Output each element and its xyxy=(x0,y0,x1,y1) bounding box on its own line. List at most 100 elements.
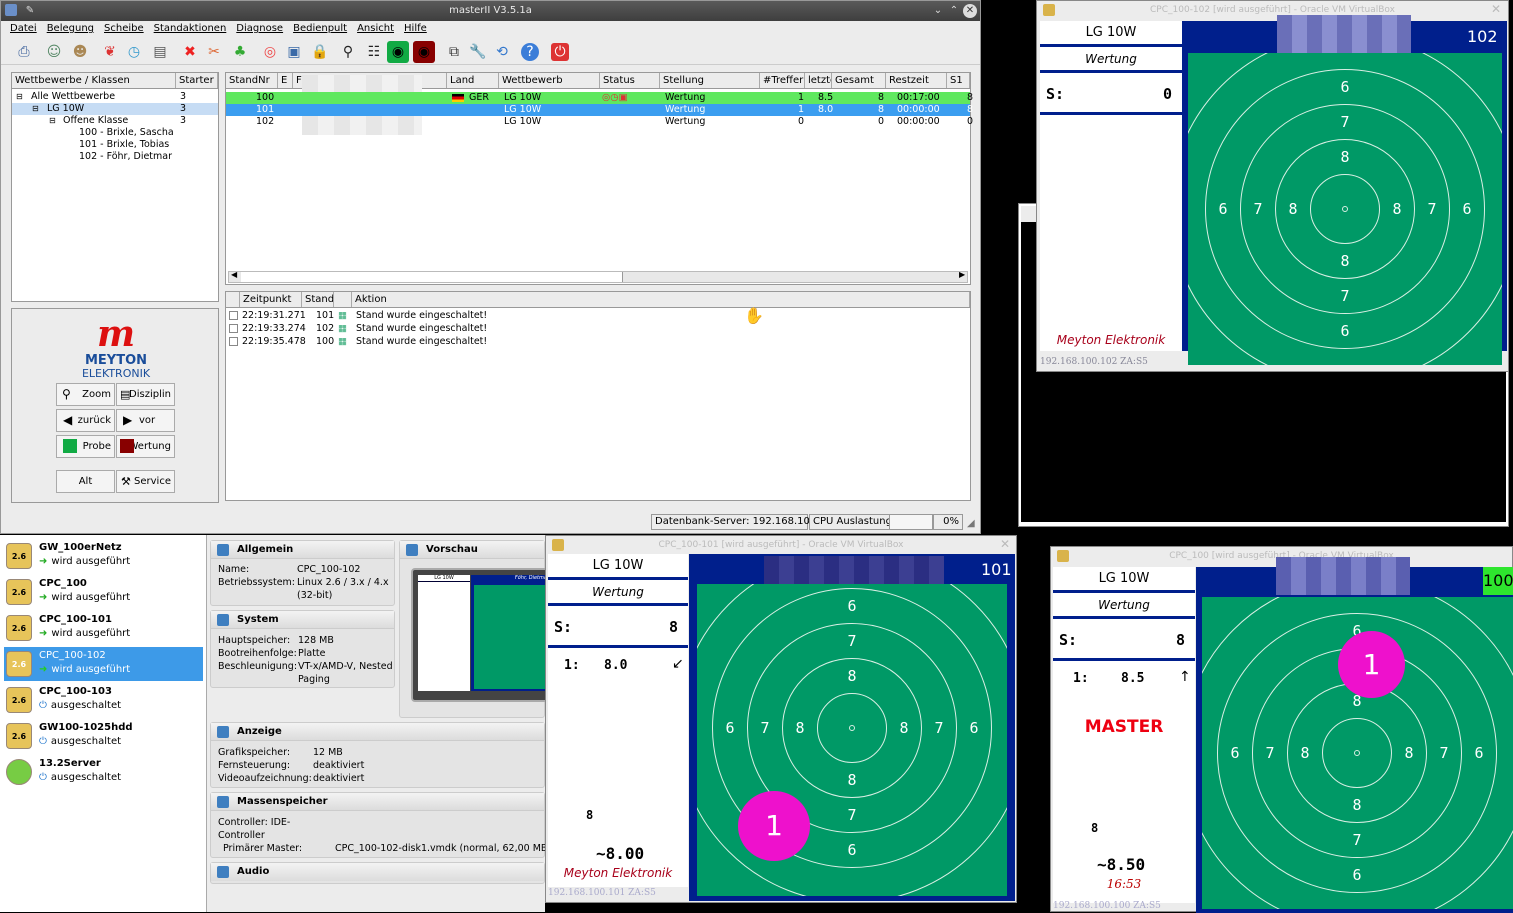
hearts-icon[interactable]: ❦ xyxy=(99,41,121,63)
tree-col-wettbewerbe[interactable]: Wettbewerbe / Klassen xyxy=(12,73,176,88)
service-button[interactable]: ⚒ Service xyxy=(116,470,175,493)
vm-item[interactable]: 2.6 GW_100erNetz ➜ wird ausgeführt xyxy=(4,539,203,573)
menu-diagnose[interactable]: Diagnose xyxy=(231,21,288,37)
vm-item[interactable]: 2.6 CPC_100-101 ➜ wird ausgeführt xyxy=(4,611,203,645)
col-e[interactable]: E xyxy=(278,73,293,88)
control-pane: m MEYTON ELEKTRONIK ⚲ Zoom ▤ Disziplin ◀ zu… xyxy=(11,308,219,503)
green-target-icon[interactable]: ◉ xyxy=(387,41,409,63)
alt-button[interactable]: Alt xyxy=(56,470,115,493)
search-icon[interactable]: ⚲ xyxy=(337,41,359,63)
print-icon[interactable]: ⎙ xyxy=(13,41,35,63)
vm-item-selected[interactable]: 2.6 CPC_100-102 ➜ wird ausgeführt xyxy=(4,647,203,681)
group-icon[interactable]: ♣ xyxy=(229,41,251,63)
maximize-icon[interactable]: ⌃ xyxy=(947,4,961,18)
table-row[interactable]: 100 GER LG 10W ◎◷▣ Wertung 1 8.5 8 00:17… xyxy=(226,92,973,104)
horizontal-scrollbar[interactable]: ◀ ▶ xyxy=(228,270,968,283)
wrench-icon[interactable]: 🔧 xyxy=(467,41,489,63)
menu-standaktionen[interactable]: Standaktionen xyxy=(149,21,232,37)
close-icon[interactable]: ✕ xyxy=(963,4,977,18)
collapse-icon[interactable]: ⊟ xyxy=(32,103,39,115)
tree-item-shooter[interactable]: 101 - Brixle, Tobias xyxy=(12,139,218,151)
log-col-zeitpunkt[interactable]: Zeitpunkt xyxy=(240,292,302,307)
tools-icon[interactable]: ✂ xyxy=(203,41,225,63)
collapse-icon[interactable]: ⊟ xyxy=(49,115,56,127)
col-s1[interactable]: S1 xyxy=(947,73,970,88)
target-face[interactable]: 6 8 7 7 8 6 6 8 7 7 8 6 xyxy=(697,584,1007,896)
target-icon[interactable]: ◎ xyxy=(259,41,281,63)
shot-hit-marker[interactable]: 1 xyxy=(1338,631,1405,698)
menu-ansicht[interactable]: Ansicht xyxy=(352,21,399,37)
vm-item[interactable]: 2.6 GW100-1025hdd ⏻ ausgeschaltet xyxy=(4,719,203,753)
wertung-button[interactable]: Wertung xyxy=(116,435,175,458)
disziplin-button[interactable]: ▤ Disziplin xyxy=(116,383,175,406)
scrollbar-thumb[interactable] xyxy=(241,272,623,282)
ring-number: 8 xyxy=(1340,252,1350,270)
network-icon: ▦ xyxy=(338,323,347,334)
menu-hilfe[interactable]: Hilfe xyxy=(399,21,432,37)
users-icon[interactable]: ☺ xyxy=(43,41,65,63)
table-row[interactable]: 102 LG 10W Wertung 0 0 00:00:00 0 xyxy=(226,116,973,128)
col-land[interactable]: Land xyxy=(447,73,499,88)
minimize-icon[interactable]: ⌄ xyxy=(931,4,945,18)
log-row[interactable]: 22:19:33.274 102 ▦ Stand wurde eingescha… xyxy=(226,322,970,335)
shot-hit-marker[interactable]: 1 xyxy=(738,791,810,861)
back-button[interactable]: ◀ zurück xyxy=(56,409,115,432)
log-row[interactable]: 22:19:35.478 100 ▦ Stand wurde eingescha… xyxy=(226,335,970,348)
probe-button[interactable]: Probe xyxy=(56,435,115,458)
row-checkbox[interactable] xyxy=(229,337,238,346)
target-face[interactable]: 6 8 7 7 8 6 6 8 7 7 8 6 xyxy=(1188,53,1502,365)
col-restzeit[interactable]: Restzeit xyxy=(886,73,947,88)
log-col-stand[interactable]: Stand xyxy=(302,292,334,307)
ip-label: 192.168.100.102 ZA:S5 xyxy=(1040,357,1148,367)
copy-icon[interactable]: ⧉ xyxy=(443,41,465,63)
log-col-aktion[interactable]: Aktion xyxy=(352,292,970,307)
tree-col-starter[interactable]: Starter xyxy=(176,73,218,88)
vm-item[interactable]: 13.2Server ⏻ ausgeschaltet xyxy=(4,755,203,789)
tree-item-lg10w[interactable]: ⊟ LG 10W 3 xyxy=(12,103,218,115)
opensuse-icon xyxy=(6,759,32,785)
scroll-right-icon[interactable]: ▶ xyxy=(959,270,965,279)
pin-icon[interactable]: ✎ xyxy=(23,4,37,18)
log-row[interactable]: 22:19:31.271 101 ▦ Stand wurde eingescha… xyxy=(226,309,970,322)
col-standnr[interactable]: StandNr xyxy=(226,73,278,88)
lock-icon[interactable]: 🔒 xyxy=(309,41,331,63)
power-icon[interactable]: ⏻ xyxy=(551,43,569,61)
col-stellung[interactable]: Stellung xyxy=(660,73,760,88)
scroll-left-icon[interactable]: ◀ xyxy=(231,270,237,279)
menu-scheibe[interactable]: Scheibe xyxy=(99,21,149,37)
help-icon[interactable]: ? xyxy=(521,43,539,61)
clock-icon[interactable]: ◷ xyxy=(123,41,145,63)
collapse-icon[interactable]: ⊟ xyxy=(16,91,23,103)
refresh-icon[interactable]: ⟲ xyxy=(491,41,513,63)
menu-bedienpult[interactable]: Bedienpult xyxy=(288,21,352,37)
table-row[interactable]: 101 LG 10W Wertung 1 8.0 8 00:00:00 8 xyxy=(226,104,973,116)
zoom-button[interactable]: ⚲ Zoom xyxy=(56,383,115,406)
menu-belegung[interactable]: Belegung xyxy=(42,21,99,37)
vm-item[interactable]: 2.6 CPC_100 ➜ wird ausgeführt xyxy=(4,575,203,609)
list-icon[interactable]: ☷ xyxy=(363,41,385,63)
col-status[interactable]: Status xyxy=(600,73,660,88)
tree-item-alle[interactable]: ⊟ Alle Wettbewerbe 3 xyxy=(12,91,218,103)
col-wettbewerb[interactable]: Wettbewerb xyxy=(499,73,600,88)
delete-icon[interactable]: ✖ xyxy=(179,41,201,63)
red-target-icon[interactable]: ◉ xyxy=(413,41,435,63)
col-letzte[interactable]: letzte xyxy=(805,73,832,88)
magnifier-icon: ⚲ xyxy=(62,387,71,401)
document-icon[interactable]: ▤ xyxy=(149,41,171,63)
tree-item-shooter[interactable]: 102 - Föhr, Dietmar xyxy=(12,151,218,163)
close-icon[interactable]: ✕ xyxy=(1000,537,1010,551)
monitor-icon[interactable]: ▣ xyxy=(283,41,305,63)
vm-item[interactable]: 2.6 CPC_100-103 ⏻ ausgeschaltet xyxy=(4,683,203,717)
menu-datei[interactable]: Datei xyxy=(5,21,42,37)
col-treffer[interactable]: #Treffer xyxy=(760,73,805,88)
user-edit-icon[interactable]: ☻ xyxy=(69,41,91,63)
row-checkbox[interactable] xyxy=(229,324,238,333)
competition-tree: Wettbewerbe / Klassen Starter ⊟ Alle Wet… xyxy=(11,72,219,302)
close-icon[interactable]: ✕ xyxy=(1491,2,1501,16)
tree-item-shooter[interactable]: 100 - Brixle, Sascha xyxy=(12,127,218,139)
col-gesamt[interactable]: Gesamt xyxy=(832,73,886,88)
resize-grip-icon[interactable]: ◢ xyxy=(967,518,975,529)
tree-item-offene-klasse[interactable]: ⊟ Offene Klasse 3 xyxy=(12,115,218,127)
forward-button[interactable]: ▶ vor xyxy=(116,409,175,432)
row-checkbox[interactable] xyxy=(229,311,238,320)
